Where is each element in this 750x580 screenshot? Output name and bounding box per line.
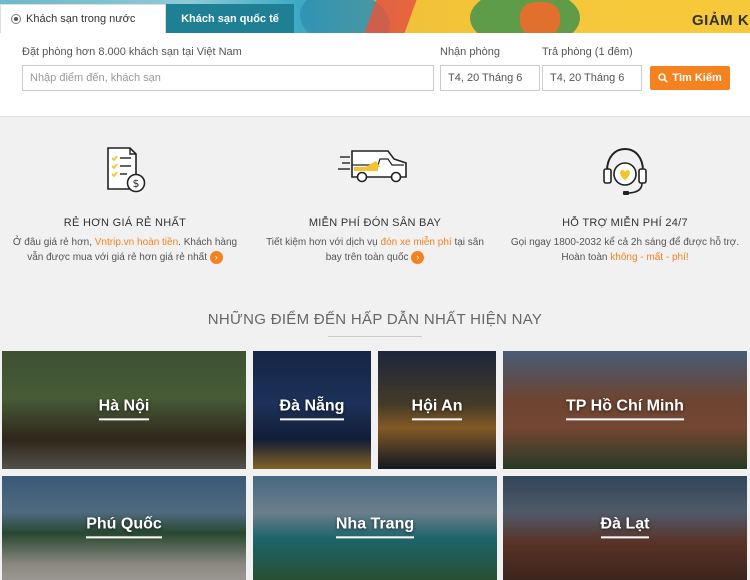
feature-description: Gọi ngay 1800-2032 kể cả 2h sáng để được…: [510, 237, 740, 263]
destination-tile-hanoi[interactable]: Hà Nội: [2, 351, 246, 469]
tab-domestic-hotels[interactable]: Khách sạn trong nước: [0, 4, 166, 33]
search-button-label: Tìm Kiếm: [672, 72, 722, 84]
feature-title: RẺ HƠN GIÁ RẺ NHẤT: [63, 217, 187, 229]
destination-label: Đặt phòng hơn 8.000 khách sạn tại Việt N…: [22, 46, 242, 58]
destination-name: Đà Nẵng: [279, 397, 345, 421]
chevron-right-icon[interactable]: ›: [209, 250, 223, 264]
checkout-label: Trả phòng (1 đêm): [542, 46, 633, 58]
search-icon: [658, 73, 669, 83]
feature-best-price: $ RẺ HƠN GIÁ RẺ NHẤT Ở đâu giá rẻ hơn, V…: [0, 145, 250, 265]
van-icon: [338, 150, 407, 183]
tab-international-hotels[interactable]: Khách sạn quốc tế: [166, 4, 294, 33]
destination-tile-danang[interactable]: Đà Nẵng: [253, 351, 371, 469]
feature-title: HỖ TRỢ MIỄN PHÍ 24/7: [562, 217, 688, 229]
destination-name: Nha Trang: [335, 515, 415, 539]
destination-name: TP Hồ Chí Minh: [566, 397, 684, 421]
hotel-type-tabs: Khách sạn trong nước Khách sạn quốc tế: [0, 4, 294, 33]
destination-tile-hcm[interactable]: TP Hồ Chí Minh: [503, 351, 747, 469]
chevron-right-icon[interactable]: ›: [411, 250, 425, 264]
headset-heart-icon: [603, 147, 647, 195]
banner-promo-text: GIẢM K: [692, 12, 750, 29]
checkin-label: Nhận phòng: [440, 46, 500, 58]
banner-decoration: [520, 2, 560, 36]
feature-description: Tiết kiệm hơn với dịch vụ đón xe miễn ph…: [266, 237, 484, 264]
feature-highlight-link[interactable]: không - mất - phí!: [610, 252, 688, 263]
checkin-date-field[interactable]: T4, 20 Tháng 6: [440, 65, 540, 91]
destination-tile-dalat[interactable]: Đà Lạt: [503, 476, 747, 580]
svg-text:$: $: [133, 177, 140, 190]
destination-name: Phú Quốc: [86, 515, 162, 539]
feature-support-247: HỖ TRỢ MIỄN PHÍ 24/7 Gọi ngay 1800-2032 …: [500, 145, 750, 265]
destination-name: Đà Lạt: [600, 515, 650, 539]
search-panel: Đặt phòng hơn 8.000 khách sạn tại Việt N…: [0, 33, 750, 117]
invoice-dollar-icon: $: [107, 147, 146, 193]
destination-tile-nhatrang[interactable]: Nha Trang: [253, 476, 497, 580]
feature-title: MIỄN PHÍ ĐÓN SÂN BAY: [308, 217, 442, 229]
destination-tile-hoian[interactable]: Hội An: [378, 351, 496, 469]
feature-highlight-link[interactable]: đón xe miễn phí: [381, 237, 452, 248]
section-divider: [328, 336, 422, 337]
destination-name: Hội An: [411, 397, 463, 421]
feature-airport-pickup: MIỄN PHÍ ĐÓN SÂN BAY Tiết kiệm hơn với d…: [250, 145, 500, 265]
checkout-date-field[interactable]: T4, 20 Tháng 6: [542, 65, 642, 91]
feature-description: Ở đâu giá rẻ hơn, Vntrip.vn hoàn tiền. K…: [12, 237, 238, 264]
tab-label: Khách sạn quốc tế: [181, 12, 279, 25]
destination-name: Hà Nội: [98, 397, 150, 421]
features-row: $ RẺ HƠN GIÁ RẺ NHẤT Ở đâu giá rẻ hơn, V…: [0, 145, 750, 265]
feature-highlight-link[interactable]: Vntrip.vn hoàn tiền: [95, 237, 178, 248]
destination-tile-phuquoc[interactable]: Phú Quốc: [2, 476, 246, 580]
destination-input[interactable]: [22, 65, 434, 91]
radio-selected-icon: [11, 14, 21, 24]
search-button[interactable]: Tìm Kiếm: [650, 66, 730, 90]
tab-label: Khách sạn trong nước: [26, 13, 136, 25]
section-title: NHỮNG ĐIỂM ĐẾN HẤP DẪN NHẤT HIỆN NAY: [207, 311, 543, 328]
